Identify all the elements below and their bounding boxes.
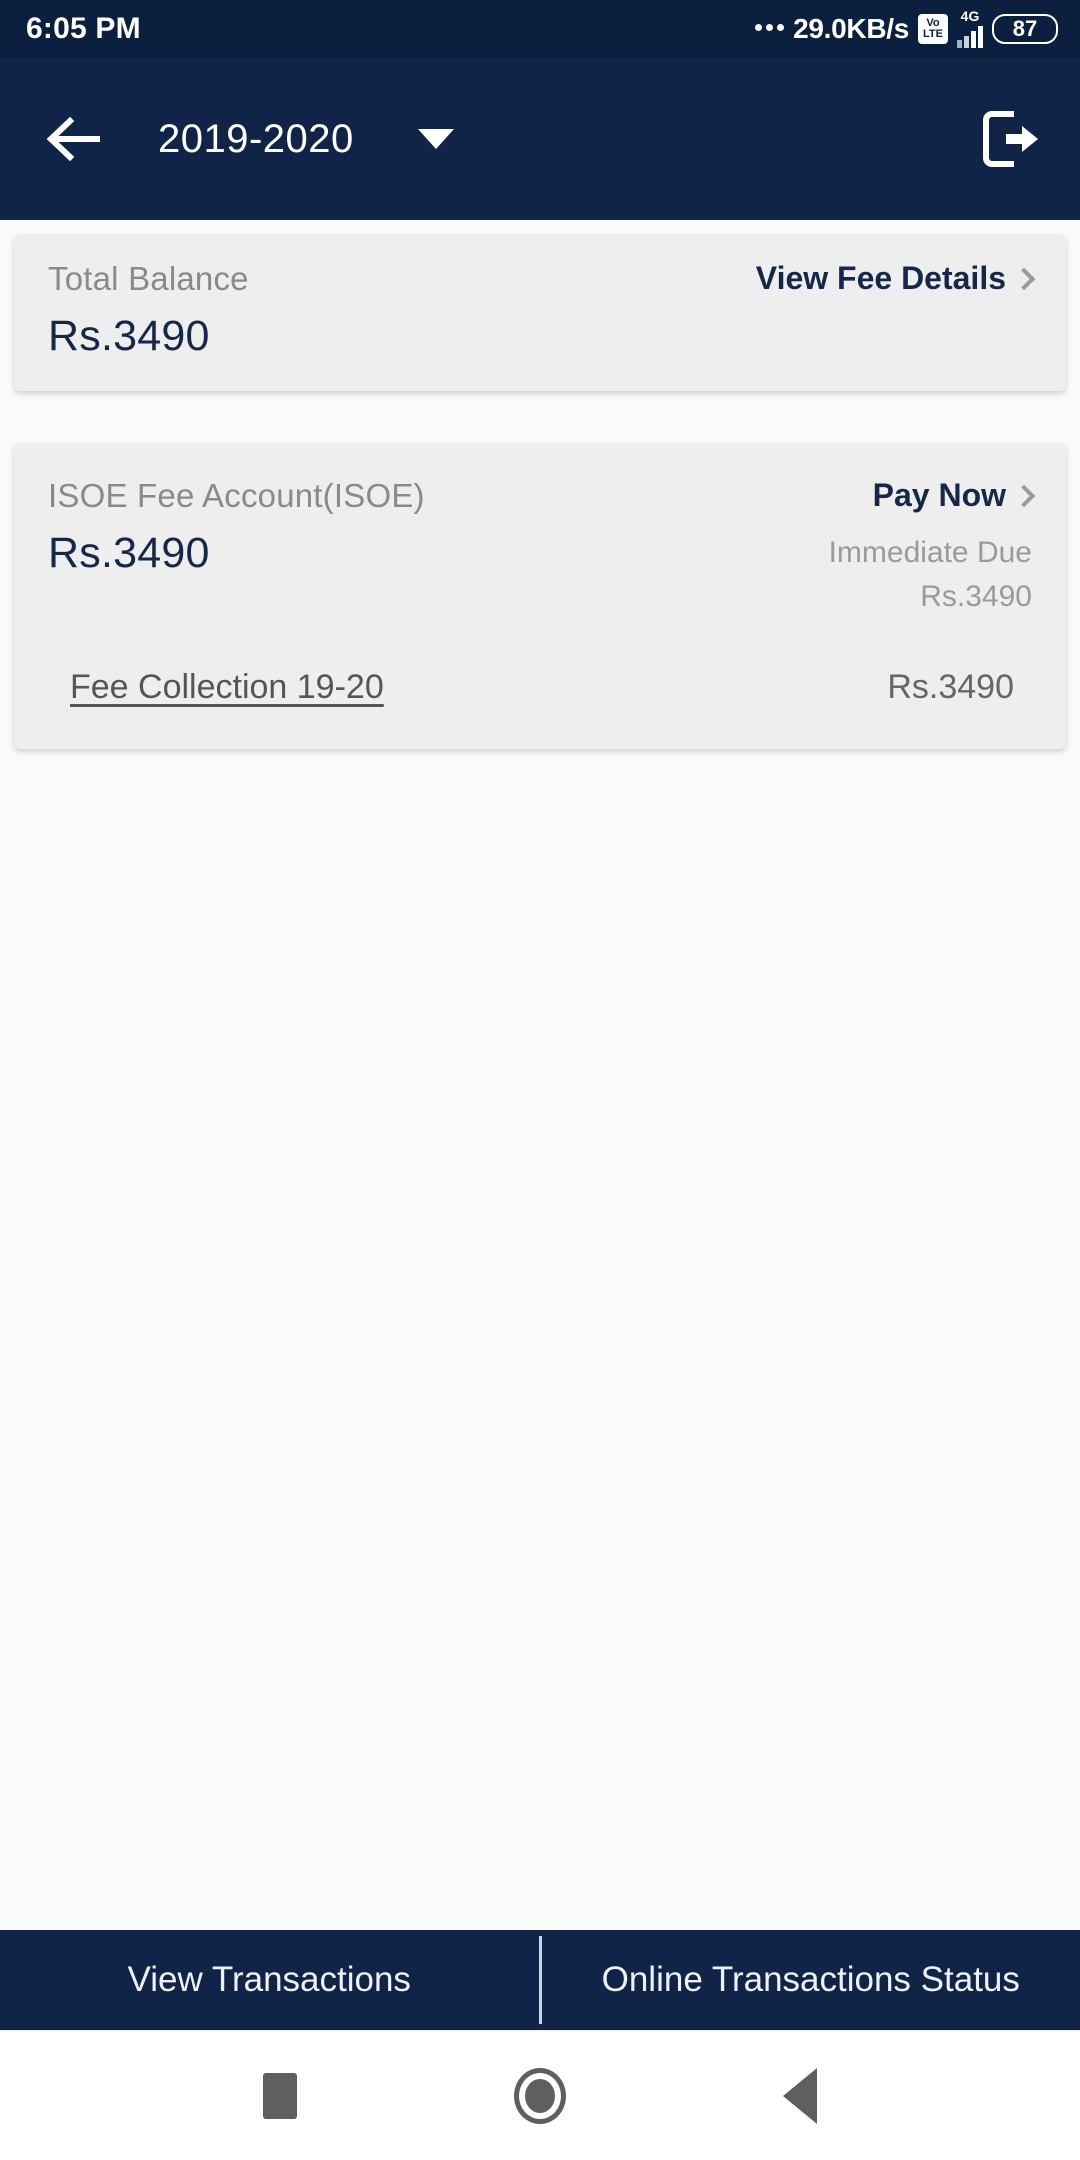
logout-button[interactable]: [972, 100, 1050, 178]
total-balance-amount: Rs.3490: [48, 312, 210, 360]
volte-bottom-text: LTE: [923, 28, 943, 40]
immediate-due-amount: Rs.3490: [920, 580, 1032, 613]
status-icons: 29.0KB/s Vo LTE 4G 87: [755, 8, 1058, 48]
total-balance-info: Total Balance Rs.3490: [48, 260, 249, 361]
main-content: Total Balance Rs.3490 View Fee Details I…: [0, 220, 1080, 1930]
fee-account-row: ISOE Fee Account(ISOE) Rs.3490 Pay Now I…: [48, 477, 1036, 614]
view-fee-details-button[interactable]: View Fee Details: [755, 260, 1036, 297]
pay-now-label: Pay Now: [872, 477, 1006, 513]
circle-icon: [514, 2067, 566, 2124]
network-speed-text: 29.0KB/s: [793, 13, 909, 44]
phone-screen: 6:05 PM 29.0KB/s Vo LTE 4G 87 2019-2020 …: [0, 0, 1080, 2160]
view-transactions-label: View Transactions: [127, 1960, 411, 1999]
fee-account-card: ISOE Fee Account(ISOE) Rs.3490 Pay Now I…: [14, 443, 1066, 749]
home-button[interactable]: [485, 2041, 595, 2151]
view-transactions-button[interactable]: View Transactions: [0, 1930, 539, 2030]
network-type-text: 4G: [960, 8, 980, 24]
volte-icon: Vo LTE: [918, 14, 948, 44]
immediate-due-label: Immediate Due: [828, 536, 1032, 569]
signal-icon: 4G: [957, 8, 983, 48]
caret-down-icon[interactable]: [417, 129, 454, 149]
total-balance-row: Total Balance Rs.3490 View Fee Details: [48, 260, 1036, 361]
back-button[interactable]: [40, 104, 110, 174]
online-transactions-status-label: Online Transactions Status: [601, 1960, 1020, 1999]
view-fee-details-label: View Fee Details: [755, 260, 1006, 296]
signal-bars-icon: [957, 24, 983, 48]
fee-account-actions: Pay Now Immediate Due Rs.3490: [828, 477, 1036, 614]
fee-item-amount: Rs.3490: [887, 668, 1014, 706]
fee-account-amount: Rs.3490: [48, 529, 210, 577]
total-balance-actions: View Fee Details: [755, 260, 1036, 297]
fee-item-row: Fee Collection 19-20 Rs.3490: [48, 668, 1032, 707]
status-bar: 6:05 PM 29.0KB/s Vo LTE 4G 87: [0, 0, 1080, 58]
chevron-right-icon: [1012, 267, 1036, 290]
battery-level-text: 87: [1012, 16, 1038, 41]
pay-now-button[interactable]: Pay Now: [872, 477, 1036, 514]
notification-dots-icon: [755, 23, 785, 35]
logout-icon: [983, 111, 1038, 167]
total-balance-card: Total Balance Rs.3490 View Fee Details: [14, 234, 1066, 391]
recents-button[interactable]: [225, 2041, 335, 2151]
android-nav-bar: [0, 2030, 1080, 2160]
app-bar: 2019-2020: [0, 58, 1080, 220]
square-icon: [263, 2072, 297, 2119]
bottom-action-bar: View Transactions Online Transactions St…: [0, 1930, 1080, 2030]
page-title: 2019-2020: [158, 116, 354, 161]
status-clock: 6:05 PM: [26, 12, 141, 45]
triangle-back-icon: [783, 2067, 817, 2124]
online-transactions-status-button[interactable]: Online Transactions Status: [542, 1930, 1080, 2030]
fee-account-info: ISOE Fee Account(ISOE) Rs.3490: [48, 477, 425, 578]
fee-account-name: ISOE Fee Account(ISOE): [48, 477, 425, 514]
battery-icon: 87: [992, 14, 1058, 44]
total-balance-label: Total Balance: [48, 260, 249, 297]
year-selector[interactable]: 2019-2020: [158, 117, 454, 162]
nav-back-button[interactable]: [745, 2041, 855, 2151]
fee-item-name[interactable]: Fee Collection 19-20: [70, 668, 384, 707]
arrow-left-icon: [46, 117, 100, 161]
chevron-right-icon: [1012, 484, 1036, 507]
